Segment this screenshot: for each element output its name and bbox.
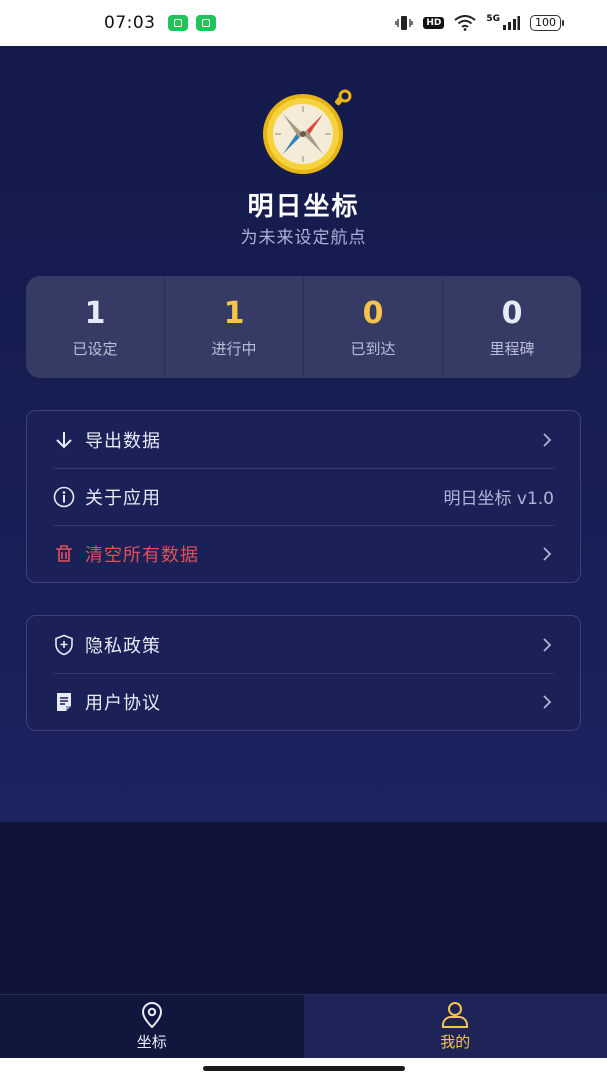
user-icon [442,1002,469,1028]
app-notification-icon [195,15,216,31]
about-app-row[interactable]: 关于应用 明日坐标 v1.0 [27,468,580,525]
privacy-policy-row[interactable]: 隐私政策 [27,616,580,673]
chevron-right-icon [543,694,552,709]
wifi-icon [454,15,476,31]
status-icons: HD 5G 100 [395,14,564,31]
wechat-notification-icon [167,15,188,31]
chevron-right-icon [543,546,552,561]
battery-indicator: 100 [530,15,564,31]
export-data-row[interactable]: 导出数据 [27,411,580,468]
location-pin-icon [141,1002,162,1029]
user-agreement-row[interactable]: 用户协议 [27,673,580,730]
data-settings-card: 导出数据 关于应用 明日坐标 v1.0 清空所有数据 [26,410,581,583]
network-type: 5G [486,14,500,24]
stat-value: 0 [362,295,384,331]
app-slogan: 为未来设定航点 [240,228,367,248]
clear-all-data-row[interactable]: 清空所有数据 [27,525,580,582]
stat-label: 已设定 [72,339,118,358]
tab-label: 坐标 [136,1033,167,1051]
hd-badge: HD [423,17,445,29]
trash-icon [53,543,75,565]
clear-all-data-label: 清空所有数据 [85,544,199,566]
stat-value: 0 [501,295,523,331]
arrow-down-icon [53,429,75,451]
export-data-label: 导出数据 [85,430,161,452]
home-indicator[interactable] [203,1066,405,1071]
privacy-policy-label: 隐私政策 [85,635,161,657]
vibrate-icon [395,16,413,30]
status-time: 07:03 [104,13,156,33]
signal-icon [503,16,520,30]
stat-label: 里程碑 [489,339,535,358]
profile-page: 明日坐标 为未来设定航点 1 已设定 1 进行中 0 已到达 0 里程碑 导出数… [0,46,607,822]
gesture-bar-area [0,1058,607,1080]
stat-value: 1 [223,295,245,331]
stat-milestones: 0 里程碑 [443,276,581,378]
app-name: 明日坐标 [247,192,360,222]
bottom-tab-bar: 坐标 我的 [0,994,607,1058]
user-agreement-label: 用户协议 [85,692,161,714]
shield-plus-icon [53,634,75,656]
tab-coordinates[interactable]: 坐标 [0,995,304,1058]
chevron-right-icon [543,637,552,652]
compass-icon [263,89,352,174]
status-bar: 07:03 HD 5G 100 [0,0,607,46]
info-icon [53,486,75,508]
document-icon [53,691,75,713]
tab-mine[interactable]: 我的 [303,995,607,1058]
legal-card: 隐私政策 用户协议 [26,615,581,731]
chevron-right-icon [543,432,552,447]
about-app-label: 关于应用 [85,487,161,509]
app-version: 明日坐标 v1.0 [443,489,555,509]
tab-label: 我的 [440,1033,471,1051]
stat-set: 1 已设定 [26,276,165,378]
stat-in-progress: 1 进行中 [165,276,304,378]
stat-label: 已到达 [350,339,396,358]
stat-arrived: 0 已到达 [304,276,443,378]
stat-value: 1 [84,295,106,331]
stat-label: 进行中 [211,339,257,358]
stats-panel: 1 已设定 1 进行中 0 已到达 0 里程碑 [26,276,581,378]
